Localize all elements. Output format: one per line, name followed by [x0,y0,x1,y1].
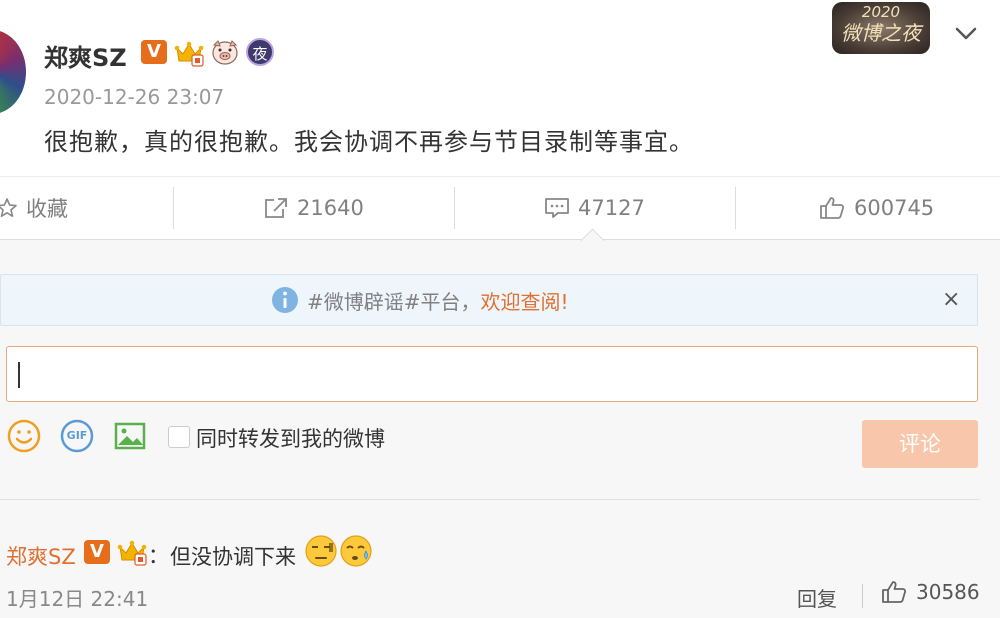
repost-button[interactable]: 21640 [263,177,364,239]
favorite-button[interactable]: 收藏 [0,177,68,239]
favorite-label: 收藏 [26,197,68,221]
repost-checkbox[interactable] [168,426,190,448]
vip-crown-icon[interactable] [117,538,147,566]
repost-checkbox-label[interactable]: 同时转发到我的微博 [196,423,385,453]
comment-like-button[interactable]: 30586 [880,579,980,605]
author-username[interactable]: 郑爽SZ [44,38,127,73]
comment-colon: ： [148,544,169,568]
like-button[interactable]: 600745 [818,177,934,239]
comment-count: 47127 [578,196,645,220]
verified-badge-icon[interactable]: V [141,40,167,64]
awkward-face-icon [305,535,337,567]
comment-input[interactable] [6,346,978,402]
comment-username[interactable]: 郑爽SZ [6,541,76,571]
image-icon[interactable] [112,418,148,454]
star-icon [0,198,17,218]
repost-count: 21640 [297,196,364,220]
event-badge-name: 微博之夜 [841,21,921,45]
comment-text: 但没协调下来 [170,545,296,569]
text-cursor [18,362,20,388]
reply-button[interactable]: 回复 [797,583,837,612]
night-badge-icon[interactable]: 夜 [246,38,274,66]
divider [454,187,455,229]
vip-crown-icon[interactable] [174,39,204,67]
comment-like-count: 30586 [916,580,980,604]
post-text: 很抱歉，真的很抱歉。我会协调不再参与节目录制等事宜。 [44,128,694,156]
pig-badge-icon[interactable] [210,38,240,66]
comment-icon [545,198,569,218]
divider [862,584,863,608]
weibo-night-event-badge[interactable]: 2020 微博之夜 [832,2,930,54]
notice-text: #微博辟谣#平台， [307,289,481,314]
submit-comment-button[interactable]: 评论 [862,420,978,468]
rumor-notice-banner: #微博辟谣#平台， 欢迎查阅! [0,274,978,326]
gif-label: GIF [66,429,88,442]
section-divider [0,499,980,500]
post-action-bar: 收藏 21640 47127 600745 [0,176,1000,240]
verified-badge-icon[interactable]: V [84,540,110,564]
author-avatar[interactable] [0,30,26,114]
notice-link[interactable]: 欢迎查阅! [481,286,569,315]
divider [173,187,174,229]
repost-icon [265,198,287,218]
event-badge-year: 2020 [861,3,901,21]
sweat-face-icon [340,535,372,567]
close-icon[interactable]: × [942,287,960,312]
like-count: 600745 [854,196,935,220]
info-icon [272,287,298,313]
chevron-down-icon[interactable] [953,24,979,44]
gif-icon[interactable]: GIF [59,418,95,454]
emoji-icon[interactable] [6,418,42,454]
thumbs-up-icon [882,581,907,603]
divider [735,187,736,229]
post-timestamp[interactable]: 2020-12-26 23:07 [44,85,224,109]
comment-timestamp: 1月12日 22:41 [6,587,149,611]
thumbs-up-icon [820,197,845,219]
